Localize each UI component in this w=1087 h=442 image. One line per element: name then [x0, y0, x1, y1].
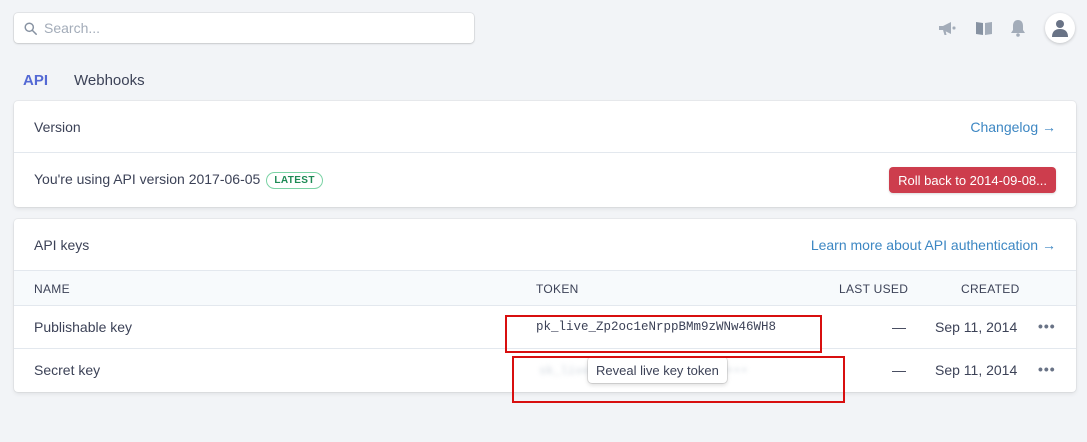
last-used: — [892, 319, 906, 335]
table-row[interactable]: Publishable key pk_live_Zp2oc1eNrppBMm9z… [14, 306, 1076, 349]
tab-bar: API Webhooks [23, 72, 145, 89]
row-menu-button[interactable]: ••• [1038, 361, 1056, 377]
version-card-header: Version Changelog → [14, 101, 1076, 153]
bell-icon[interactable] [1007, 17, 1029, 39]
tab-api[interactable]: API [23, 72, 48, 89]
avatar[interactable] [1045, 13, 1075, 43]
version-title: Version [34, 118, 81, 135]
column-last-used: LAST USED [839, 282, 909, 296]
column-name: NAME [34, 282, 70, 296]
user-icon [1052, 20, 1068, 37]
latest-badge: LATEST [266, 172, 323, 189]
row-menu-button[interactable]: ••• [1038, 318, 1056, 334]
table-header: NAME TOKEN LAST USED CREATED [14, 271, 1076, 306]
api-keys-card: API keys Learn more about API authentica… [14, 219, 1076, 392]
key-name: Secret key [34, 362, 101, 378]
search-icon [24, 21, 37, 35]
last-used: — [892, 362, 906, 378]
version-info: You're using API version 2017-06-05 LATES… [34, 171, 323, 189]
created-date: Sep 11, 2014 [935, 319, 1018, 335]
search-box[interactable] [14, 13, 474, 43]
changelog-link[interactable]: Changelog → [970, 119, 1056, 135]
megaphone-icon[interactable] [936, 17, 958, 39]
column-created: CREATED [961, 282, 1020, 296]
book-icon[interactable] [973, 17, 995, 39]
column-token: TOKEN [536, 282, 579, 296]
version-text: You're using API version 2017-06-05 [34, 171, 261, 187]
version-row: You're using API version 2017-06-05 LATES… [14, 153, 1076, 207]
api-keys-header: API keys Learn more about API authentica… [14, 219, 1076, 271]
top-bar [0, 0, 1087, 56]
created-date: Sep 11, 2014 [935, 362, 1018, 378]
version-card: Version Changelog → You're using API ver… [14, 101, 1076, 207]
reveal-token-button[interactable]: Reveal live key token [588, 357, 727, 383]
rollback-button[interactable]: Roll back to 2014-09-08... [889, 167, 1056, 193]
key-name: Publishable key [34, 319, 133, 335]
learn-more-link[interactable]: Learn more about API authentication → [811, 237, 1056, 253]
api-keys-title: API keys [34, 236, 90, 253]
publishable-token[interactable]: pk_live_Zp2oc1eNrppBMm9zWNw46WH8 [536, 320, 776, 334]
tab-webhooks[interactable]: Webhooks [74, 72, 145, 89]
search-input[interactable] [44, 20, 464, 36]
table-row[interactable]: Secret key sk_live_•••••••••••••••••••••… [14, 349, 1076, 392]
